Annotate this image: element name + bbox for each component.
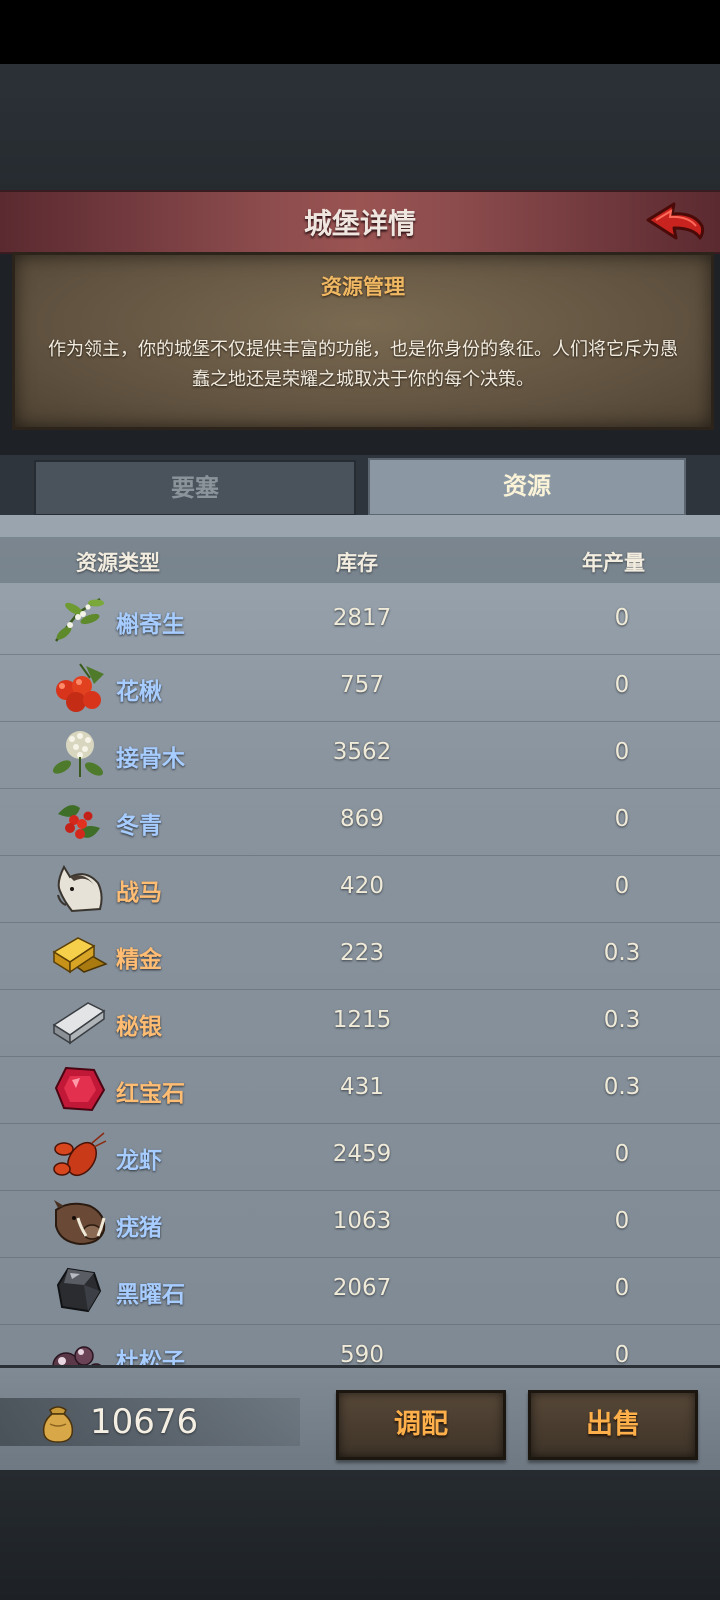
resource-name: 疣猪 [116, 1215, 162, 1241]
elderflower-icon [52, 731, 104, 777]
resource-stock: 1215 [332, 1007, 392, 1033]
tab-resources[interactable]: 资源 [368, 458, 686, 516]
background-bottom [0, 1470, 720, 1600]
resource-name: 接骨木 [116, 746, 185, 772]
resource-name: 精金 [116, 947, 162, 973]
resource-name: 冬青 [116, 813, 162, 839]
table-row[interactable]: 花楸 757 0 [0, 654, 720, 722]
gold-sack-icon [42, 1406, 74, 1443]
mistletoe-icon [55, 597, 104, 642]
resource-name: 龙虾 [116, 1148, 162, 1174]
resource-table: 资源类型 库存 年产量 槲寄生 2817 0 花楸 757 0 接骨木 3562… [0, 515, 720, 1392]
resource-stock: 2817 [332, 605, 392, 631]
table-row[interactable]: 精金 223 0.3 [0, 922, 720, 990]
table-row[interactable]: 红宝石 431 0.3 [0, 1056, 720, 1124]
gold-ingot-icon [52, 937, 108, 974]
header-annual-yield: 年产量 [582, 551, 645, 575]
resource-name: 黑曜石 [116, 1282, 185, 1308]
resource-stock: 2067 [332, 1275, 392, 1301]
lobster-icon [53, 1132, 107, 1177]
resource-stock: 420 [340, 873, 384, 899]
header-stock: 库存 [336, 551, 378, 575]
resource-name: 战马 [116, 880, 162, 906]
intro-description: 作为领主，你的城堡不仅提供丰富的功能，也是你身份的象征。人们将它斥为愚蠢之地还是… [48, 339, 678, 390]
resource-stock: 757 [340, 672, 384, 698]
warhorse-icon [57, 864, 103, 913]
resource-stock: 2459 [332, 1141, 392, 1167]
table-header: 资源类型 库存 年产量 [0, 537, 720, 583]
table-row[interactable]: 接骨木 3562 0 [0, 721, 720, 789]
obsidian-icon [56, 1267, 102, 1313]
resource-name: 槲寄生 [116, 612, 185, 638]
rowan-berries-icon [56, 663, 104, 712]
resource-yield: 0 [614, 1275, 630, 1301]
resource-yield: 0 [614, 1141, 630, 1167]
resource-yield: 0.3 [603, 1074, 641, 1100]
resource-name: 花楸 [116, 679, 162, 705]
mithril-ingot-icon [52, 1002, 106, 1045]
table-row[interactable]: 秘银 1215 0.3 [0, 989, 720, 1057]
resource-yield: 0 [614, 672, 630, 698]
status-bar [0, 0, 720, 64]
resource-yield: 0 [614, 605, 630, 631]
sell-button[interactable]: 出售 [528, 1390, 698, 1460]
resource-stock: 223 [340, 940, 384, 966]
resource-name: 秘银 [116, 1014, 162, 1040]
table-row[interactable]: 战马 420 0 [0, 855, 720, 923]
warthog-icon [54, 1200, 106, 1246]
page-title: 城堡详情 [303, 207, 416, 240]
resource-stock: 3562 [332, 739, 392, 765]
back-arrow-icon[interactable] [644, 198, 706, 246]
holly-icon [58, 805, 100, 839]
table-row[interactable]: 疣猪 1063 0 [0, 1190, 720, 1258]
table-row[interactable]: 槲寄生 2817 0 [0, 587, 720, 655]
resource-name: 红宝石 [116, 1081, 185, 1107]
resource-yield: 0.3 [603, 940, 641, 966]
table-row[interactable]: 龙虾 2459 0 [0, 1123, 720, 1191]
resource-yield: 0 [614, 1208, 630, 1234]
gold-amount: 10676 [90, 1402, 199, 1442]
intro-panel: 资源管理 作为领主，你的城堡不仅提供丰富的功能，也是你身份的象征。人们将它斥为愚… [12, 252, 714, 430]
resource-yield: 0 [614, 806, 630, 832]
intro-heading: 资源管理 [321, 275, 405, 299]
tab-fortress[interactable]: 要塞 [34, 460, 356, 516]
resource-stock: 869 [340, 806, 384, 832]
resource-yield: 0 [614, 873, 630, 899]
allocate-button[interactable]: 调配 [336, 1390, 506, 1460]
resource-yield: 0 [614, 739, 630, 765]
title-banner: 城堡详情 [0, 190, 720, 254]
resource-yield: 0.3 [603, 1007, 641, 1033]
footer-bar: 10676 调配 出售 [0, 1365, 720, 1473]
resource-stock: 431 [340, 1074, 384, 1100]
background-top [0, 64, 720, 190]
header-resource-type: 资源类型 [76, 551, 160, 575]
table-row[interactable]: 黑曜石 2067 0 [0, 1257, 720, 1325]
gold-display: 10676 [0, 1398, 300, 1446]
table-row[interactable]: 冬青 869 0 [0, 788, 720, 856]
resource-stock: 1063 [332, 1208, 392, 1234]
ruby-icon [54, 1066, 106, 1112]
